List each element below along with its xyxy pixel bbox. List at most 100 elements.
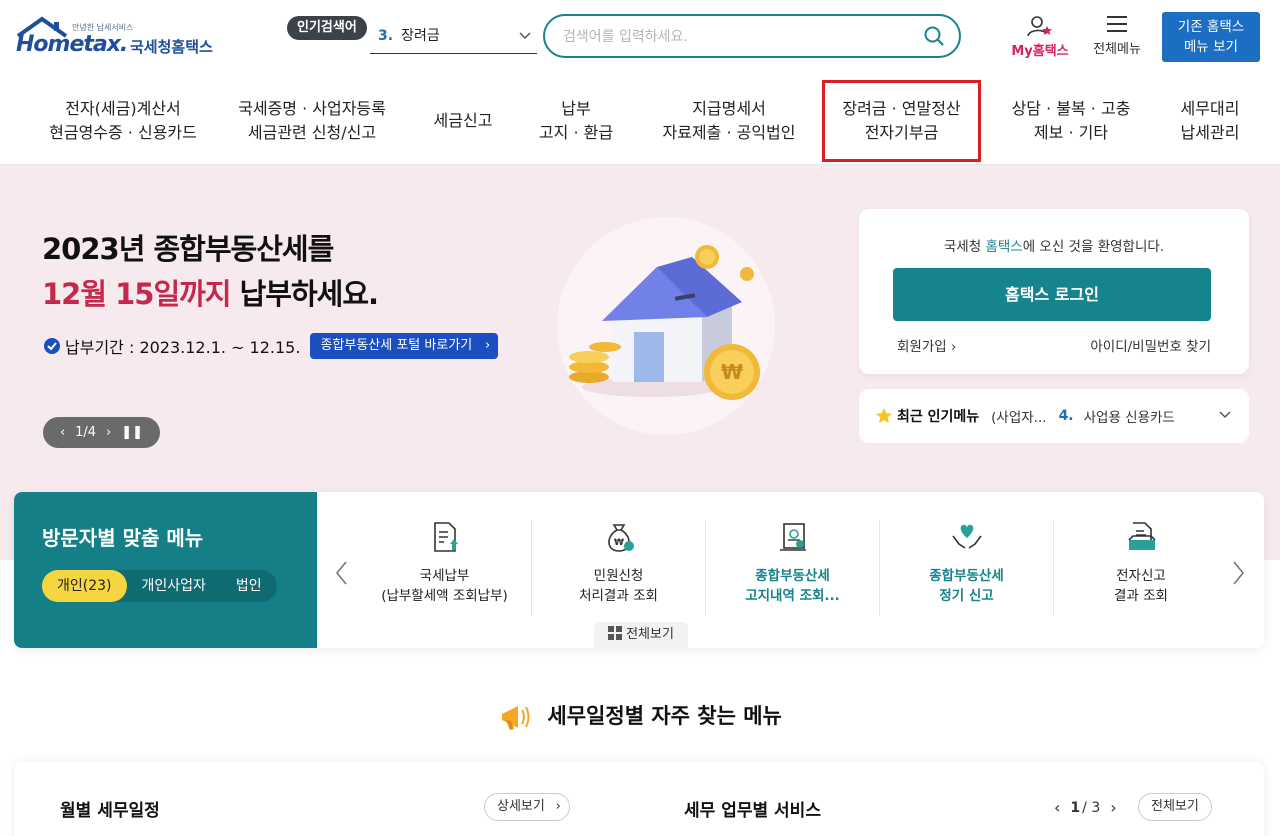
search-box	[543, 14, 961, 58]
nav-item-line1: 납부	[561, 99, 591, 118]
menu-property-tax-report[interactable]: 종합부동산세 정기 신고	[880, 520, 1054, 616]
nav-item-line2: 전자기부금	[864, 123, 939, 142]
nav-item-line1: 국세증명 · 사업자등록	[238, 99, 386, 118]
chevron-left-icon[interactable]	[334, 560, 350, 590]
old-menu-line2: 메뉴 보기	[1184, 39, 1238, 55]
detail-view-button[interactable]: 상세보기 ›	[484, 793, 570, 821]
slider-controls: ‹ 1/4 › ❚❚	[43, 417, 160, 448]
star-icon	[875, 407, 893, 424]
visitor-menu-header: 방문자별 맞춤 메뉴 개인(23) 개인사업자 법인	[14, 492, 317, 648]
nav-item-line1: 상담 · 불복 · 고충	[1011, 99, 1131, 118]
nav-item-line1: 지급명세서	[692, 99, 766, 118]
nav-item-tax-agent[interactable]: 세무대리 납세관리	[1164, 78, 1256, 164]
search-icon[interactable]	[923, 25, 945, 51]
find-account-link[interactable]: 아이디/비밀번호 찾기	[1090, 335, 1211, 355]
logo-subtitle: 국세청홈택스	[130, 38, 213, 56]
logo-brand: Hometax.	[16, 32, 128, 57]
schedule-heading-text: 세무일정별 자주 찾는 메뉴	[547, 704, 782, 728]
user-star-icon	[1027, 16, 1052, 37]
recent-rank: 4.	[1058, 408, 1074, 424]
menu-e-filing-result[interactable]: 전자신고 결과 조회	[1054, 520, 1228, 616]
schedule-card: 월별 세무일정 상세보기 › 세무 업무별 서비스 ‹ 1 / 3 › 전체보기	[14, 762, 1264, 836]
megaphone-icon	[502, 706, 530, 730]
detail-view-label: 상세보기	[497, 799, 545, 814]
recent-sub: (사업자...	[991, 410, 1047, 426]
nav-item-line2: 현금영수증 · 신용카드	[49, 123, 197, 142]
menu-item-line2: 결과 조회	[1114, 588, 1168, 604]
nav-item-consult[interactable]: 상담 · 불복 · 고충 제보 · 기타	[996, 78, 1146, 164]
pager-next-button[interactable]: ›	[1110, 798, 1116, 817]
welcome-message: 국세청 홈택스에 오신 것을 환영합니다.	[859, 235, 1249, 255]
file-result-icon	[1128, 522, 1156, 550]
house-coin-illustration: ₩	[557, 217, 775, 435]
menu-tax-payment[interactable]: 국세납부 (납부할세액 조회납부)	[358, 520, 532, 616]
menu-property-tax-notice[interactable]: 종합부동산세 고지내역 조회...	[706, 520, 880, 616]
chevron-right-icon[interactable]	[1230, 560, 1246, 590]
nav-item-line1: 세무대리	[1180, 99, 1240, 118]
tab-individual[interactable]: 개인(23)	[42, 570, 127, 602]
tax-payment-icon	[433, 522, 458, 552]
search-input[interactable]	[563, 26, 903, 48]
menu-civil-petition[interactable]: ₩ 민원신청 처리결과 조회	[532, 520, 706, 616]
nav-item-certificate[interactable]: 국세증명 · 사업자등록 세금관련 신청/신고	[222, 78, 402, 164]
pause-icon[interactable]: ❚❚	[121, 425, 143, 440]
tab-corporation[interactable]: 법인	[221, 570, 277, 602]
nav-item-payment-statement[interactable]: 지급명세서 자료제출 · 공익법인	[648, 78, 810, 164]
schedule-heading: 세무일정별 자주 찾는 메뉴	[0, 700, 1280, 734]
visitor-menu-title: 방문자별 맞춤 메뉴	[42, 526, 204, 550]
service-view-all-button[interactable]: 전체보기	[1138, 793, 1212, 821]
hero-title[interactable]: 2023년 종합부동산세를 12월 15일까지 납부하세요.	[42, 227, 379, 317]
heart-hands-icon	[951, 524, 982, 549]
menu-item-line1: 종합부동산세	[929, 568, 1004, 584]
header: 안녕한 납세서비스 Hometax. 국세청홈택스 인기검색어 3. 장려금 My…	[0, 0, 1280, 78]
slider-next-button[interactable]: ›	[106, 425, 111, 440]
nav-item-payment[interactable]: 납부 고지 · 환급	[524, 78, 628, 164]
my-hometax-label: My홈택스	[1011, 44, 1069, 59]
tab-individual-business[interactable]: 개인사업자	[127, 570, 221, 602]
hamburger-icon	[1107, 16, 1127, 32]
menu-item-line1: 종합부동산세	[755, 568, 830, 584]
nav-item-line1: 장려금 · 연말정산	[842, 99, 961, 118]
all-menu-button[interactable]: 전체메뉴	[1084, 14, 1150, 64]
popular-search-select[interactable]: 3. 장려금	[370, 22, 537, 54]
menu-item-line2: 처리결과 조회	[579, 588, 658, 604]
visitor-custom-menu: 방문자별 맞춤 메뉴 개인(23) 개인사업자 법인 국세납부 (납부할세액 조…	[14, 492, 1264, 648]
grid-icon	[608, 626, 623, 640]
hometax-logo[interactable]: 안녕한 납세서비스 Hometax. 국세청홈택스	[14, 12, 229, 64]
pager-prev-button[interactable]: ‹	[1054, 798, 1060, 817]
signup-link[interactable]: 회원가입 ›	[897, 335, 956, 355]
view-all-menu-button[interactable]: 전체보기	[594, 622, 688, 648]
slider-prev-button[interactable]: ‹	[60, 425, 65, 440]
nav-item-tax-report[interactable]: 세금신고	[416, 78, 510, 164]
login-card: 국세청 홈택스에 오신 것을 환영합니다. 홈택스 로그인 회원가입 › 아이디…	[859, 209, 1249, 374]
chevron-right-icon: ›	[950, 339, 957, 355]
welcome-suffix: 에 오신 것을 환영합니다.	[1022, 239, 1165, 255]
svg-text:₩: ₩	[614, 538, 624, 548]
old-hometax-menu-button[interactable]: 기존 홈택스 메뉴 보기	[1162, 12, 1260, 62]
money-bag-icon: ₩	[607, 524, 634, 552]
nav-item-line1: 세금신고	[433, 111, 493, 130]
login-button[interactable]: 홈택스 로그인	[893, 268, 1211, 321]
popular-search-label: 인기검색어	[287, 16, 367, 40]
menu-item-line2: 정기 신고	[939, 588, 994, 604]
menu-item-line1: 전자신고	[1116, 568, 1166, 584]
slide-counter: 1/4	[75, 425, 97, 440]
hero-title-line1: 2023년 종합부동산세를	[42, 232, 334, 266]
house-illustration: ₩	[569, 245, 760, 400]
signup-label: 회원가입	[897, 339, 947, 355]
nav-item-incentive-year-end[interactable]: 장려금 · 연말정산전자기부금	[822, 80, 981, 162]
recent-popular-menu[interactable]: 최근 인기메뉴 (사업자... 4. 사업용 신용카드	[859, 389, 1249, 443]
menu-item-line2: (납부할세액 조회납부)	[381, 588, 508, 604]
welcome-brand: 홈택스	[985, 239, 1023, 255]
hero-title-rest: 납부하세요.	[230, 277, 379, 311]
menu-item-line1: 국세납부	[419, 568, 470, 584]
my-hometax-button[interactable]: My홈택스	[1000, 14, 1080, 64]
service-title: 세무 업무별 서비스	[684, 801, 821, 821]
portal-link-button[interactable]: 종합부동산세 포털 바로가기 ›	[310, 333, 499, 359]
main-nav: 전자(세금)계산서 현금영수증 · 신용카드 국세증명 · 사업자등록 세금관련 신…	[0, 78, 1280, 165]
nav-item-e-invoice[interactable]: 전자(세금)계산서 현금영수증 · 신용카드	[28, 78, 218, 164]
popular-term: 장려금	[401, 28, 440, 44]
popular-rank: 3.	[378, 28, 394, 44]
recent-label: 최근 인기메뉴	[897, 409, 980, 425]
all-menu-label: 전체메뉴	[1093, 42, 1141, 57]
